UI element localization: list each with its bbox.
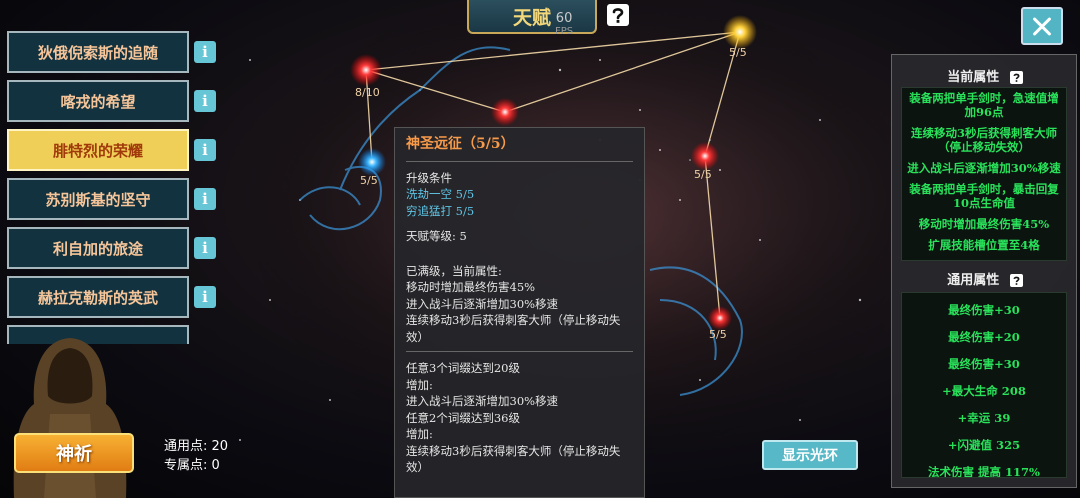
requirement-item: 穷追猛打 5/5 [406,203,475,218]
bonus-line: 增加: [406,377,433,392]
attr-item: 最终伤害+30 [948,303,1020,317]
attr-item: 移动时增加最终伤害45% [918,217,1050,231]
pray-button[interactable]: 神祈 [14,433,134,473]
help-icon[interactable] [606,3,630,27]
attributes-panel: 当前属性 装备两把单手剑时，急速值增加96点 连续移动3秒后获得刺客大师（停止移… [891,54,1077,488]
info-icon[interactable]: i [194,90,216,112]
info-icon[interactable]: i [194,41,216,63]
bonus-line: 连续移动3秒后获得刺客大师（停止移动失效） [406,443,621,475]
attr-item: 进入战斗后逐渐增加30%移速 [907,161,1061,175]
node-level-label: 5/5 [360,174,378,187]
tab-talent[interactable]: 天赋 [467,0,597,34]
general-points: 通用点: 20 [164,439,229,454]
fps-unit: FPS [555,26,574,37]
help-icon[interactable] [1009,274,1023,287]
bonus-line: 任意2个词缀达到36级 [406,410,520,425]
help-icon[interactable] [1009,71,1023,84]
current-attrs-title: 当前属性 [947,70,1000,85]
current-header: 已满级，当前属性: [406,263,502,278]
attr-item: 最终伤害+30 [948,357,1020,371]
current-item: 连续移动3秒后获得刺客大师（停止移动失效） [406,313,621,344]
talent-list: 狄俄倪索斯的追随 喀戎的希望 腓特烈的荣耀 苏别斯基的坚守 利自加的旅途 赫拉克… [7,31,189,344]
bonus-line: 进入战斗后逐渐增加30%移速 [406,394,559,408]
attr-item: 扩展技能槽位置至4格 [928,238,1040,252]
fps-value: 60 [555,11,573,26]
show-halo-button[interactable]: 显示光环 [762,440,858,470]
attr-item: 最终伤害+20 [948,330,1020,344]
info-icon[interactable]: i [194,286,216,308]
talent-level: 天赋等级: 5 [406,229,467,243]
talent-list-item[interactable]: 利自加的旅途 [7,227,189,269]
bonus-line: 任意3个词缀达到20级 [406,361,520,375]
info-icon[interactable]: i [194,237,216,259]
attr-item: 装备两把单手剑时，急速值增加96点 [909,91,1059,119]
attr-item: 连续移动3秒后获得刺客大师（停止移动失效） [910,126,1057,154]
current-item: 进入战斗后逐渐增加30%移速 [406,296,559,311]
general-attrs-header: 通用属性 [892,269,1078,288]
node-level-label: 8/10 [355,86,380,99]
attr-item: +最大生命 208 [942,384,1026,398]
current-attrs-header: 当前属性 [892,66,1078,85]
tooltip-title: 神圣远征（5/5） [406,136,515,152]
node-level-label: 5/5 [694,168,712,181]
info-icon[interactable]: i [194,188,216,210]
talent-tooltip: 神圣远征（5/5） 升级条件 洗劫一空 5/5 穷追猛打 5/5 天赋等级: 5… [394,127,645,498]
current-attrs-list: 装备两把单手剑时，急速值增加96点 连续移动3秒后获得刺客大师（停止移动失效） … [901,87,1067,261]
general-attrs-title: 通用属性 [947,273,1000,288]
attr-item: 法术伤害 提高 117% [928,465,1040,478]
requirement-item: 洗劫一空 5/5 [406,187,475,201]
node-level-label: 5/5 [729,46,747,59]
attr-item: +幸运 39 [957,411,1011,425]
general-attrs-list: 最终伤害+30 最终伤害+20 最终伤害+30 +最大生命 208 +幸运 39… [901,292,1067,478]
talent-list-item[interactable]: 狄俄倪索斯的追随 [7,31,189,73]
info-icon[interactable]: i [194,139,216,161]
current-item: 移动时增加最终伤害45% [406,280,536,294]
exclusive-points: 专属点: 0 [164,458,220,473]
fps-counter: 60 FPS [555,12,573,38]
talent-list-item[interactable]: 赫拉克勒斯的英武 [7,276,189,318]
points-summary: 通用点: 20 专属点: 0 [164,437,228,475]
attr-item: 装备两把单手剑时，暴击回复10点生命值 [909,182,1059,210]
attr-item: +闪避值 325 [947,438,1021,452]
hooded-character-portrait [13,338,127,498]
talent-list-item-selected[interactable]: 腓特烈的荣耀 [7,129,189,171]
bonus-line: 增加: [406,427,433,441]
close-button[interactable] [1021,7,1063,45]
node-level-label: 5/5 [709,328,727,341]
talent-list-item[interactable]: 苏别斯基的坚守 [7,178,189,220]
requirements-header: 升级条件 [406,170,452,185]
talent-list-item[interactable]: 喀戎的希望 [7,80,189,122]
